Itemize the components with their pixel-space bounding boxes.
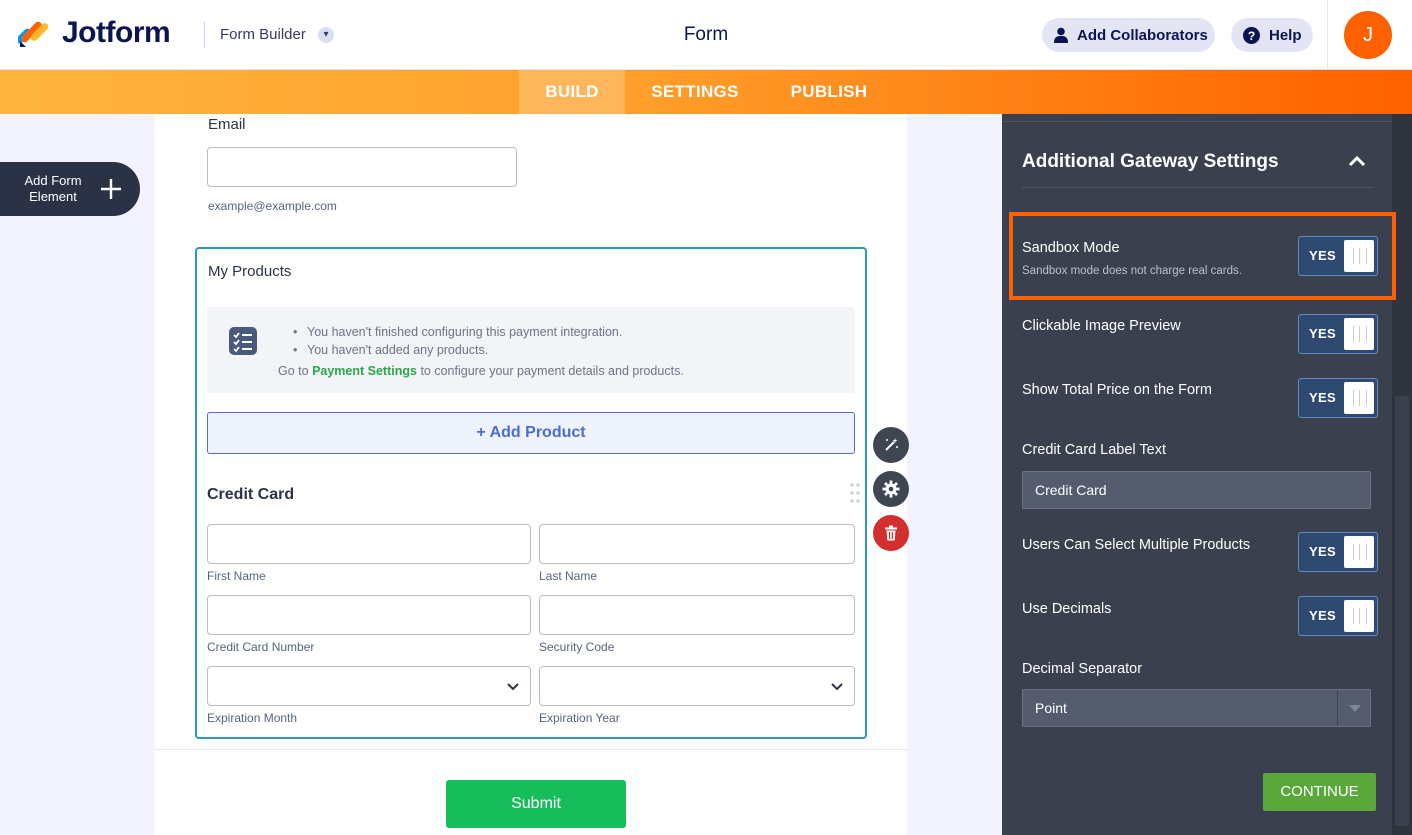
use-decimals-toggle[interactable]: YES <box>1298 596 1378 636</box>
user-icon <box>1054 27 1068 43</box>
avatar[interactable]: J <box>1344 11 1392 59</box>
toggle-knob <box>1344 536 1374 568</box>
sandbox-mode-toggle[interactable]: YES <box>1298 236 1378 276</box>
panel-title: Additional Gateway Settings <box>1022 151 1279 172</box>
submit-divider <box>155 749 907 750</box>
jotform-logo[interactable]: Jotform <box>16 16 171 50</box>
decimal-separator-value: Point <box>1035 700 1067 716</box>
chevron-down-icon <box>830 679 844 693</box>
email-label: Email <box>208 116 246 133</box>
email-field[interactable] <box>207 147 517 187</box>
add-form-element-label: Add Form Element <box>20 173 86 205</box>
expiration-month-select[interactable] <box>207 666 531 706</box>
last-name-input[interactable] <box>539 524 855 564</box>
delete-field-button[interactable] <box>873 515 909 551</box>
plus-icon <box>100 172 122 206</box>
add-collaborators-label: Add Collaborators <box>1077 26 1208 44</box>
panel-top-edge <box>1002 114 1392 122</box>
expiration-year-select[interactable] <box>539 666 855 706</box>
payment-notice: You haven't finished configuring this pa… <box>207 307 855 393</box>
security-code-input[interactable] <box>539 595 855 635</box>
help-label: Help <box>1269 26 1302 44</box>
help-icon: ? <box>1243 26 1260 44</box>
panel-divider <box>1022 187 1372 188</box>
add-form-element-line2: Element <box>29 189 77 204</box>
email-sublabel: example@example.com <box>208 199 337 213</box>
gear-icon <box>882 480 900 498</box>
tab-publish[interactable]: PUBLISH <box>776 70 882 114</box>
first-name-input[interactable] <box>207 524 531 564</box>
toggle-value: YES <box>1309 390 1336 405</box>
sandbox-mode-label: Sandbox Mode <box>1022 240 1120 256</box>
credit-card-label-text-label: Credit Card Label Text <box>1022 442 1167 458</box>
show-total-price-label: Show Total Price on the Form <box>1022 382 1212 398</box>
field-settings-button[interactable] <box>873 471 909 507</box>
toggle-knob <box>1344 240 1374 272</box>
goto-prefix: Go to <box>278 364 309 378</box>
panel-scrollbar-thumb[interactable] <box>1395 396 1409 826</box>
clickable-image-preview-toggle[interactable]: YES <box>1298 314 1378 354</box>
form-builder-label[interactable]: Form Builder <box>220 26 306 43</box>
chevron-up-icon[interactable] <box>1348 154 1366 168</box>
header-divider <box>204 22 205 48</box>
chevron-down-icon <box>506 679 520 693</box>
toggle-value: YES <box>1309 544 1336 559</box>
sandbox-mode-description: Sandbox mode does not charge real cards. <box>1022 265 1242 277</box>
toggle-knob <box>1344 600 1374 632</box>
credit-card-label-text-input[interactable]: Credit Card <box>1022 471 1371 509</box>
decimal-separator-label: Decimal Separator <box>1022 661 1143 677</box>
notice-item: You haven't finished configuring this pa… <box>293 323 622 341</box>
goto-suffix: to configure your payment details and pr… <box>420 364 684 378</box>
expiration-month-sublabel: Expiration Month <box>207 711 298 725</box>
multiple-products-toggle[interactable]: YES <box>1298 532 1378 572</box>
card-number-input[interactable] <box>207 595 531 635</box>
chevron-down-icon[interactable]: ▾ <box>318 27 334 43</box>
expiration-year-sublabel: Expiration Year <box>539 711 620 725</box>
clickable-image-preview-label: Clickable Image Preview <box>1022 318 1181 334</box>
checklist-icon <box>229 327 257 360</box>
magic-wand-button[interactable] <box>873 427 909 463</box>
last-name-sublabel: Last Name <box>539 569 598 583</box>
help-button[interactable]: ? Help <box>1231 18 1313 52</box>
toggle-value: YES <box>1309 608 1336 623</box>
avatar-area: J <box>1327 0 1412 70</box>
svg-text:?: ? <box>1248 29 1255 43</box>
decimal-separator-select[interactable]: Point <box>1022 689 1371 727</box>
first-name-sublabel: First Name <box>207 569 266 583</box>
use-decimals-label: Use Decimals <box>1022 601 1112 617</box>
tab-build[interactable]: BUILD <box>519 70 625 114</box>
show-total-price-toggle[interactable]: YES <box>1298 378 1378 418</box>
security-code-sublabel: Security Code <box>539 640 615 654</box>
form-canvas: Email example@example.com My Products Yo… <box>155 114 909 835</box>
select-divider <box>1337 690 1338 726</box>
brand-name: Jotform <box>62 16 171 49</box>
gateway-settings-panel: Additional Gateway Settings Sandbox Mode… <box>1002 114 1412 835</box>
drag-handle-icon[interactable] <box>849 482 861 504</box>
submit-button[interactable]: Submit <box>446 780 626 828</box>
card-number-sublabel: Credit Card Number <box>207 640 315 654</box>
add-form-element-line1: Add Form <box>24 173 82 188</box>
notice-item: You haven't added any products. <box>293 341 622 359</box>
magic-wand-icon <box>885 438 898 451</box>
toggle-value: YES <box>1309 248 1336 263</box>
toggle-knob <box>1344 382 1374 414</box>
notice-list: You haven't finished configuring this pa… <box>293 323 622 359</box>
add-collaborators-button[interactable]: Add Collaborators <box>1042 18 1215 52</box>
multiple-products-label: Users Can Select Multiple Products <box>1022 537 1251 553</box>
top-header: Jotform Form Builder ▾ Form Add Collabor… <box>0 0 1412 70</box>
main-tab-bar: BUILD SETTINGS PUBLISH <box>0 70 1412 114</box>
payment-settings-link[interactable]: Payment Settings <box>312 364 417 378</box>
toggle-knob <box>1344 318 1374 350</box>
trash-icon <box>885 525 897 541</box>
continue-button[interactable]: CONTINUE <box>1263 773 1376 811</box>
products-label: My Products <box>208 263 292 280</box>
credit-card-title: Credit Card <box>207 486 295 503</box>
notice-goto-text: Go to Payment Settings to configure your… <box>278 364 684 378</box>
jotform-logo-icon <box>16 17 50 49</box>
caret-down-icon <box>1349 705 1361 712</box>
toggle-value: YES <box>1309 326 1336 341</box>
add-form-element-button[interactable]: Add Form Element <box>0 162 140 216</box>
tab-settings[interactable]: SETTINGS <box>635 70 755 114</box>
add-product-button[interactable]: + Add Product <box>207 412 855 454</box>
